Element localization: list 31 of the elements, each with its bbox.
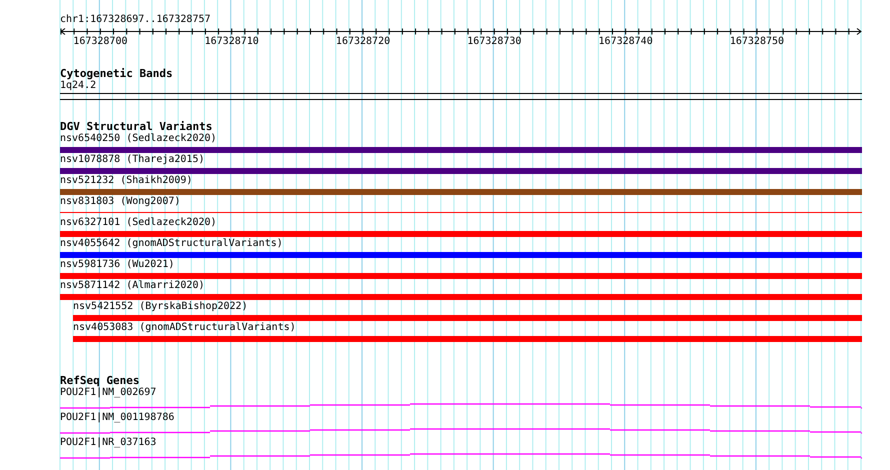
variant-label: nsv5421552 (ByrskaBishop2022) [73,301,248,313]
band-label: 1q24.2 [60,80,96,92]
ruler-tick-label: 167328710 [204,36,259,47]
transcript-label: POU2F1|NM_001198786 [60,412,174,424]
variant-bar[interactable] [60,252,862,258]
variant-label: nsv6540250 (Sedlazeck2020) [60,133,217,145]
ruler-tick-label: 167328750 [730,36,784,47]
variant-label: nsv4053083 (gnomADStructuralVariants) [73,322,296,334]
track-title: DGV Structural Variants [60,120,214,133]
transcript-line[interactable] [60,403,862,409]
variant-bar[interactable] [60,146,862,152]
variant-bar[interactable] [60,188,862,194]
track-title: RefSeq Genes [60,374,140,387]
transcript-label: POU2F1|NR_037163 [60,437,156,449]
variant-label: nsv5981736 (Wu2021) [60,259,174,271]
variant-bar[interactable] [60,168,862,174]
transcript-label: POU2F1|NM_002697 [60,387,156,399]
ruler-tick-label: 167328700 [73,36,128,47]
variant-label: nsv6327101 (Sedlazeck2020) [60,217,217,229]
transcript-line[interactable] [60,453,862,459]
ruler-tick-label: 167328730 [467,36,522,47]
track-title: Cytogenetic Bands [60,67,174,80]
variant-label: nsv4055642 (gnomADStructuralVariants) [60,238,283,250]
variant-label: nsv5871142 (Almarri2020) [60,280,204,292]
ruler-tick-label: 167328740 [598,36,653,47]
variant-label: nsv831803 (Wong2007) [60,196,180,208]
ruler-tick-label: 167328720 [336,36,390,47]
transcript-line[interactable] [60,428,862,434]
variant-label: nsv521232 (Shaikh2009) [60,175,192,187]
location-label: chr1:167328697..167328757 [60,14,212,26]
variant-label: nsv1078878 (Thareja2015) [60,154,204,166]
